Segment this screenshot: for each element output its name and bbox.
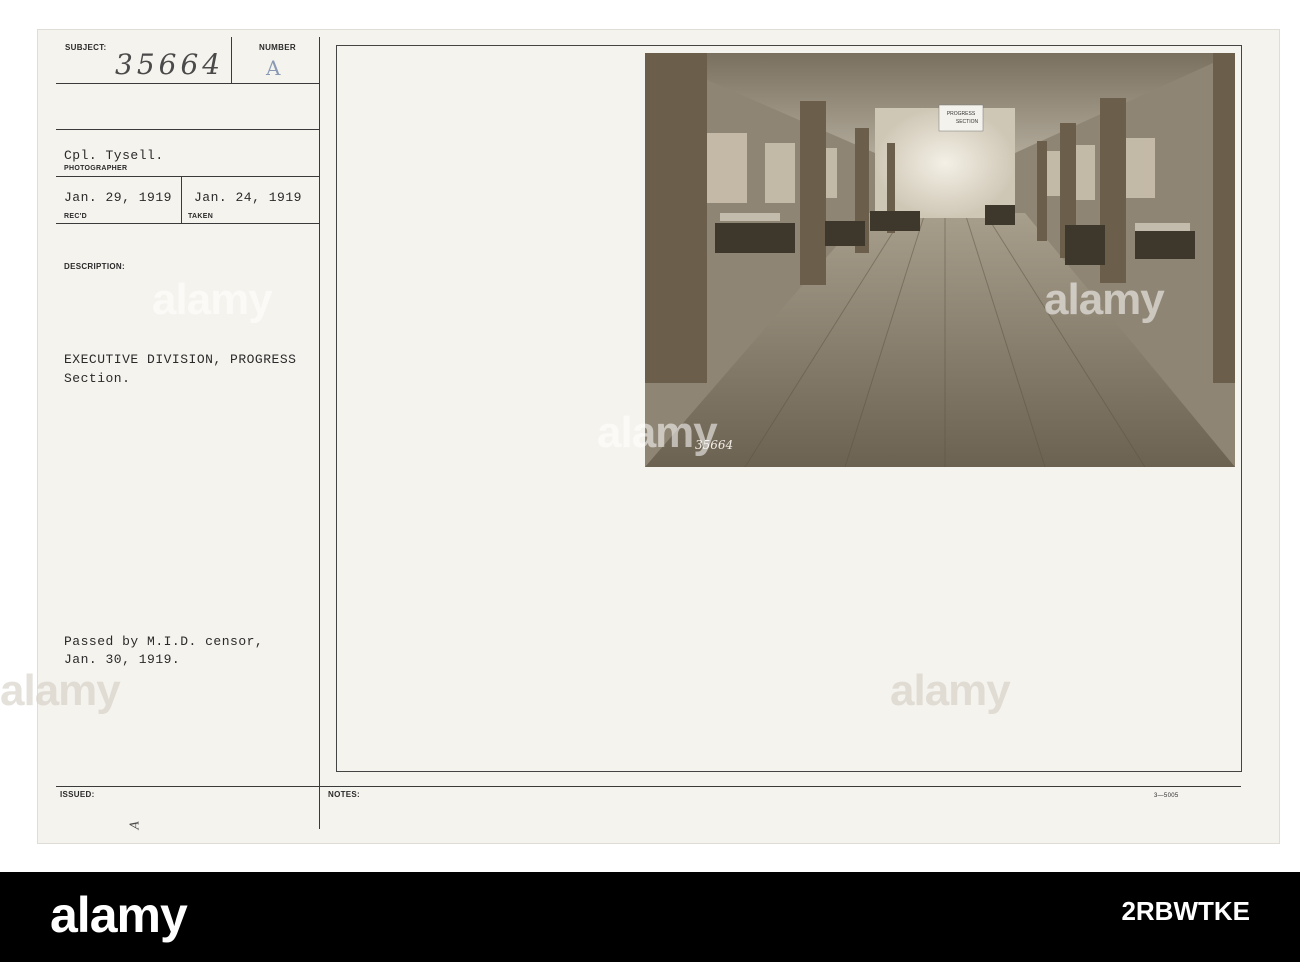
notes-label: NOTES: [328, 790, 361, 799]
stock-footer-bar [0, 872, 1300, 962]
subject-number: 35664 [115, 48, 225, 81]
description-line-2: Section. [64, 371, 131, 386]
description-line-1: EXECUTIVE DIVISION, PROGRESS [64, 352, 297, 367]
rule-dates [56, 223, 319, 224]
watermark-5: alamy [890, 666, 1011, 715]
rule-photographer-top [56, 129, 319, 130]
censor-line-2: Jan. 30, 1919. [64, 652, 181, 667]
rule-subject [56, 83, 319, 84]
rule-left-column [319, 37, 320, 829]
description-label: DESCRIPTION: [64, 262, 125, 271]
received-label: REC'D [64, 213, 87, 220]
image-id: 2RBWTKE [1121, 896, 1250, 926]
office-interior-photo: PROGRESS SECTION 35664 [645, 53, 1235, 467]
number-label: NUMBER [259, 43, 296, 52]
corner-mark: A [127, 820, 142, 830]
sign-line-1: PROGRESS [947, 111, 976, 117]
stock-logo: alamy [50, 887, 188, 943]
watermark-3: alamy [597, 408, 718, 457]
censor-line-1: Passed by M.I.D. censor, [64, 634, 264, 649]
sign-line-2: SECTION [956, 119, 979, 125]
watermark-4: alamy [0, 666, 121, 715]
rule-bottom [56, 786, 1241, 787]
photographer-name: Cpl. Tysell. [64, 148, 164, 163]
watermark-2: alamy [1044, 275, 1165, 324]
watermark-1: alamy [152, 275, 273, 324]
form-code: 3—5005 [1154, 793, 1179, 799]
rule-photographer [56, 176, 319, 177]
issued-label: ISSUED: [60, 790, 95, 799]
subject-label: SUBJECT: [65, 43, 107, 52]
rule-number-divider [231, 37, 232, 83]
number-value: A [266, 56, 281, 80]
rule-dates-divider [181, 176, 182, 223]
archival-photograph: PROGRESS SECTION 35664 [645, 53, 1235, 467]
taken-label: TAKEN [188, 213, 214, 220]
taken-date: Jan. 24, 1919 [194, 190, 302, 205]
photographer-label: PHOTOGRAPHER [64, 165, 128, 172]
received-date: Jan. 29, 1919 [64, 190, 172, 205]
